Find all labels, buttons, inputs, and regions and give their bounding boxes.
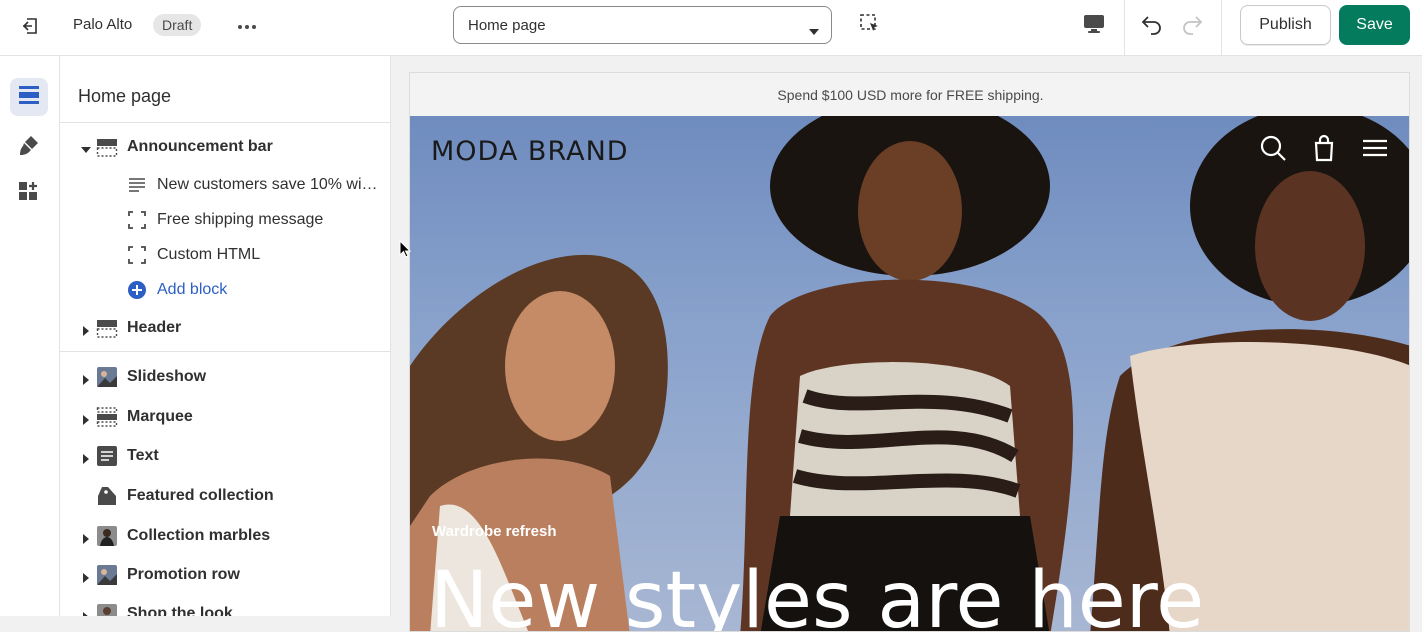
image-thumb-icon <box>96 525 118 547</box>
block-label: Custom HTML <box>157 246 261 263</box>
caret-right-icon[interactable] <box>81 412 91 425</box>
redo-button[interactable] <box>1174 8 1210 44</box>
sections-icon <box>18 85 40 110</box>
caret-down-icon <box>809 22 819 40</box>
undo-icon <box>1140 12 1164 41</box>
caret-right-icon[interactable] <box>81 609 91 616</box>
announcement-bar-preview[interactable]: Spend $100 USD more for FREE shipping. <box>410 73 1409 116</box>
store-name: Palo Alto <box>73 16 133 33</box>
hero-slideshow[interactable]: MODA BRAND Wardrobe refresh New styles a… <box>410 116 1409 632</box>
divider <box>60 122 390 123</box>
section-text[interactable]: Text <box>60 438 390 474</box>
editor-rail <box>0 56 60 616</box>
page-selector[interactable]: Home page <box>453 6 832 44</box>
caret-right-icon[interactable] <box>81 570 91 583</box>
section-featured-collection[interactable]: Featured collection <box>60 478 390 514</box>
section-shop-the-look[interactable]: Shop the look <box>60 596 390 616</box>
section-label: Slideshow <box>127 368 207 385</box>
caret-right-icon[interactable] <box>81 451 91 464</box>
text-lines-icon <box>127 175 147 195</box>
section-announcement-bar[interactable]: Announcement bar <box>60 129 390 165</box>
save-button[interactable]: Save <box>1339 5 1410 45</box>
section-label: Promotion row <box>127 566 240 583</box>
section-marquee[interactable]: Marquee <box>60 399 390 435</box>
rail-app-embeds-button[interactable] <box>10 174 48 212</box>
text-block-icon <box>96 445 118 467</box>
rail-theme-settings-button[interactable] <box>10 128 48 166</box>
desktop-icon <box>1083 14 1105 39</box>
shopping-bag-icon[interactable] <box>1311 134 1337 167</box>
block-item[interactable]: Free shipping message <box>60 203 390 235</box>
undo-button[interactable] <box>1134 8 1170 44</box>
hero-image <box>410 116 1409 631</box>
rail-sections-button[interactable] <box>10 78 48 116</box>
section-top-icon <box>96 136 118 158</box>
section-slideshow[interactable]: Slideshow <box>60 359 390 395</box>
section-label: Header <box>127 319 182 336</box>
image-thumb-icon <box>96 603 118 616</box>
block-dashed-icon <box>127 245 147 265</box>
editor-topbar: Palo Alto Draft Home page Publish Save <box>0 0 1422 56</box>
image-thumb-icon <box>96 564 118 586</box>
hero-eyebrow: Wardrobe refresh <box>432 523 557 540</box>
section-label: Marquee <box>127 408 193 425</box>
plus-circle-icon <box>127 280 147 300</box>
section-top-icon <box>96 317 118 339</box>
image-thumb-icon <box>96 366 118 388</box>
block-dashed-icon <box>127 210 147 230</box>
search-icon[interactable] <box>1259 134 1287 167</box>
menu-icon[interactable] <box>1361 134 1389 167</box>
divider <box>60 351 390 352</box>
header-icons <box>1259 134 1389 167</box>
select-cursor-icon <box>859 13 881 40</box>
section-label: Announcement bar <box>127 138 273 155</box>
section-label: Text <box>127 447 159 464</box>
caret-right-icon[interactable] <box>81 372 91 385</box>
section-label: Collection marbles <box>127 527 271 544</box>
publish-button[interactable]: Publish <box>1240 5 1331 45</box>
announcement-text: Spend $100 USD more for FREE shipping. <box>777 86 1044 103</box>
desktop-view-button[interactable] <box>1076 8 1112 44</box>
caret-right-icon[interactable] <box>81 531 91 544</box>
app-embeds-icon <box>18 180 40 207</box>
section-label: Shop the look <box>127 605 233 616</box>
toolbar-divider <box>1124 0 1125 56</box>
caret-down-icon[interactable] <box>81 142 91 153</box>
mouse-cursor-icon <box>399 239 412 263</box>
section-collection-marbles[interactable]: Collection marbles <box>60 518 390 554</box>
add-block-button[interactable]: Add block <box>60 273 390 305</box>
store-brand-logo[interactable]: MODA BRAND <box>431 136 629 167</box>
block-label: Free shipping message <box>157 211 324 228</box>
section-promotion-row[interactable]: Promotion row <box>60 557 390 593</box>
page-selector-value: Home page <box>468 17 546 34</box>
status-badge: Draft <box>153 14 202 36</box>
exit-icon <box>20 16 40 41</box>
block-item[interactable]: Custom HTML <box>60 238 390 270</box>
exit-button[interactable] <box>10 8 50 48</box>
hero-headline: New styles are here <box>430 556 1205 632</box>
caret-right-icon[interactable] <box>81 323 91 336</box>
more-actions-button[interactable] <box>230 12 264 40</box>
more-horizontal-icon <box>237 17 257 35</box>
add-block-label: Add block <box>157 281 228 298</box>
redo-icon <box>1180 12 1204 41</box>
paintbrush-icon <box>18 134 40 161</box>
section-label: Featured collection <box>127 487 274 504</box>
sidebar-title: Home page <box>78 86 172 106</box>
storefront-preview[interactable]: Spend $100 USD more for FREE shipping. M… <box>409 72 1410 632</box>
toolbar-divider <box>1221 0 1222 56</box>
block-item[interactable]: New customers save 10% with the code GET… <box>60 168 390 200</box>
tag-icon <box>96 485 118 507</box>
section-header[interactable]: Header <box>60 310 390 346</box>
sections-sidebar: Home page Announcement bar New customers… <box>60 56 391 616</box>
block-label: New customers save 10% with the code GET… <box>157 176 379 193</box>
marquee-icon <box>96 406 118 428</box>
inspector-button[interactable] <box>852 8 888 44</box>
